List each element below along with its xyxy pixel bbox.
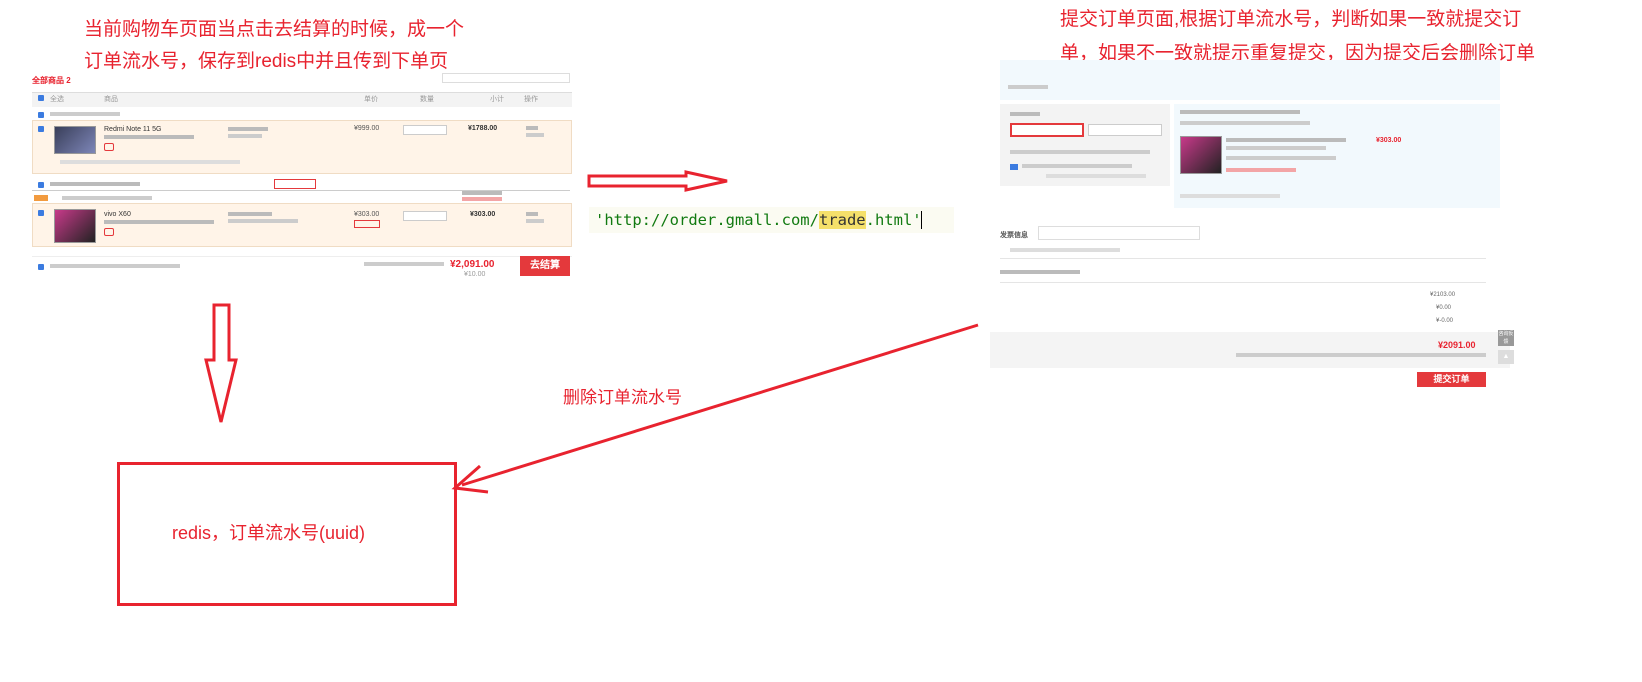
delete-arrow-line — [461, 323, 979, 487]
diagram-arrows — [204, 170, 979, 494]
left-arrow — [587, 170, 728, 192]
down-arrow — [204, 303, 238, 423]
